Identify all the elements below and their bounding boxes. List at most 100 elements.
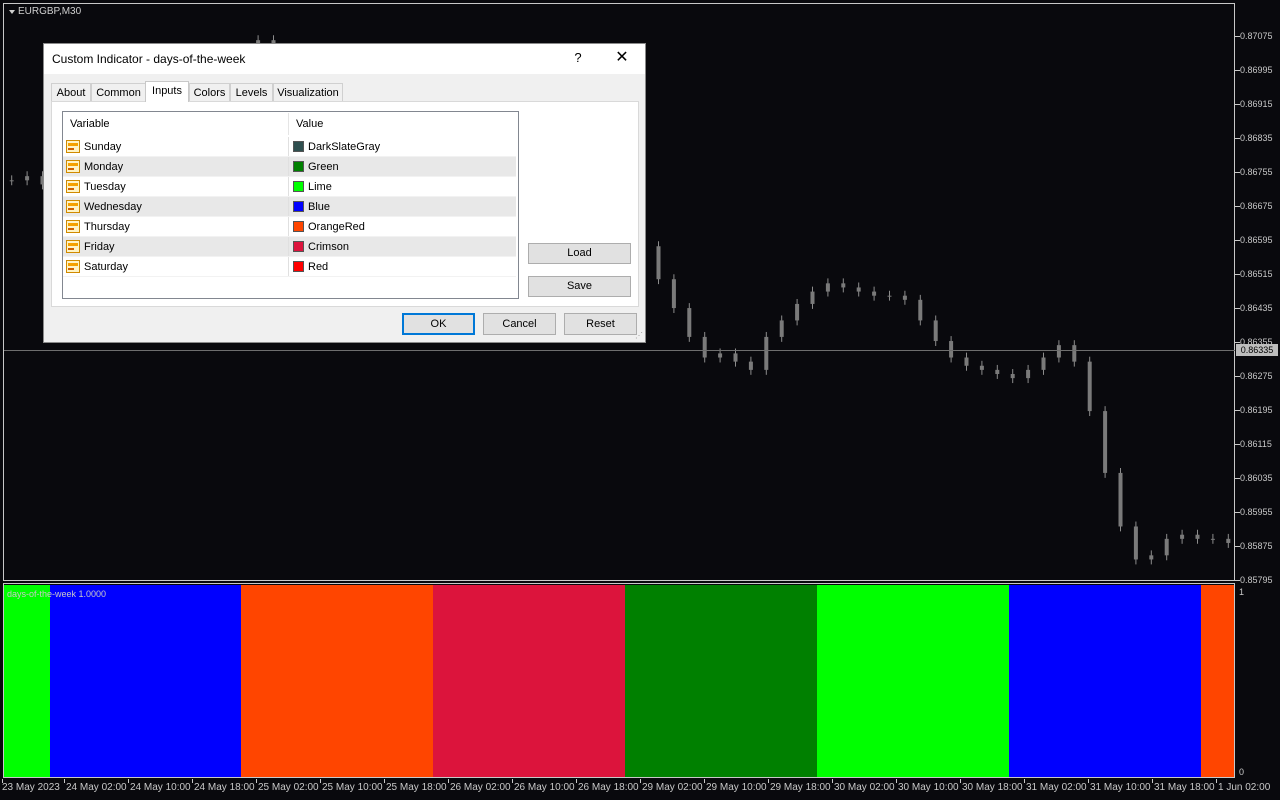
day-band-thursday [1201,585,1234,777]
candle-body [1164,538,1169,556]
input-row-thursday[interactable]: Thursday OrangeRed [63,217,516,237]
time-tick [832,779,833,783]
close-icon[interactable]: ✕ [610,49,634,67]
parameter-icon [66,220,80,233]
row-divider [63,276,516,277]
parameter-icon [66,240,80,253]
color-swatch[interactable] [293,161,304,172]
time-label: 29 May 10:00 [706,782,767,793]
candle-body [718,353,723,358]
input-row-saturday[interactable]: Saturday Red [63,257,516,277]
day-band-wednesday [1009,585,1201,777]
time-label: 25 May 02:00 [258,782,319,793]
tab-about[interactable]: About [51,83,91,101]
time-tick [192,779,193,783]
variable-value[interactable]: Green [308,160,339,174]
candle-body [748,361,753,370]
candle-body [810,291,815,304]
reset-button[interactable]: Reset [564,313,637,335]
price-label: 0.86675 [1240,201,1273,211]
candle-body [656,246,661,280]
time-axis[interactable]: 23 May 2023 24 May 02:00 24 May 10:00 24 Ma… [0,779,1280,800]
symbol-text: EURGBP,M30 [18,6,82,17]
column-header-variable[interactable]: Variable [63,112,288,137]
candle-body [1056,345,1061,358]
day-band-tuesday [4,585,50,777]
tab-levels[interactable]: Levels [230,83,273,101]
ok-button[interactable]: OK [402,313,475,335]
price-label: 0.85795 [1240,575,1273,585]
cell-divider [288,257,289,277]
time-tick [1152,779,1153,783]
price-label: 0.86595 [1240,235,1273,245]
cell-divider [288,197,289,217]
variable-value[interactable]: Blue [308,200,330,214]
input-row-tuesday[interactable]: Tuesday Lime [63,177,516,197]
time-label: 25 May 18:00 [386,782,447,793]
time-label: 26 May 18:00 [578,782,639,793]
day-band-monday [625,585,817,777]
candle-body [1072,345,1077,362]
input-row-monday[interactable]: Monday Green [63,157,516,177]
color-swatch[interactable] [293,181,304,192]
candle-body [9,180,14,182]
candle-body [25,176,30,181]
tab-visualization[interactable]: Visualization [273,83,343,101]
symbol-label: EURGBP,M30 [9,6,81,17]
candle-body [1133,526,1138,560]
load-button[interactable]: Load [528,243,631,264]
candle-body [1149,555,1154,560]
time-label: 30 May 02:00 [834,782,895,793]
candle-body [687,308,692,337]
candle-body [1118,472,1123,527]
inputs-table[interactable]: Variable Value Sunday DarkSlateGray Monday… [62,111,519,299]
price-label: 0.87075 [1240,31,1273,41]
time-tick [1088,779,1089,783]
time-tick [256,779,257,783]
candle-body [702,336,707,358]
save-button[interactable]: Save [528,276,631,297]
cell-divider [288,157,289,177]
input-row-friday[interactable]: Friday Crimson [63,237,516,257]
cell-divider [288,217,289,237]
variable-value[interactable]: Lime [308,180,332,194]
time-tick [1024,779,1025,783]
input-row-wednesday[interactable]: Wednesday Blue [63,197,516,217]
tab-inputs[interactable]: Inputs [145,81,189,102]
dialog-titlebar[interactable]: Custom Indicator - days-of-the-week ? ✕ [44,44,645,74]
time-label: 25 May 10:00 [322,782,383,793]
color-swatch[interactable] [293,241,304,252]
column-header-value[interactable]: Value [289,112,516,137]
indicator-subwindow[interactable]: days-of-the-week 1.0000 [3,583,1235,778]
time-tick [384,779,385,783]
time-tick [576,779,577,783]
candle-body [856,287,861,292]
dropdown-triangle-icon[interactable] [9,9,15,14]
color-swatch[interactable] [293,261,304,272]
input-row-sunday[interactable]: Sunday DarkSlateGray [63,137,516,157]
time-label: 30 May 10:00 [898,782,959,793]
time-label: 1 Jun 02:00 [1218,782,1271,793]
candle-body [1226,538,1231,543]
help-button[interactable]: ? [569,49,587,67]
color-swatch[interactable] [293,221,304,232]
color-swatch[interactable] [293,141,304,152]
tab-colors[interactable]: Colors [189,83,230,101]
price-axis[interactable]: 0.87075 0.86995 0.86915 0.86835 0.86755 0.866… [1235,0,1280,800]
variable-value[interactable]: Crimson [308,240,349,254]
cancel-button[interactable]: Cancel [483,313,556,335]
parameter-icon [66,260,80,273]
resize-grip-icon[interactable]: ⋰ [635,331,643,340]
time-label: 24 May 02:00 [66,782,127,793]
variable-value[interactable]: OrangeRed [308,220,365,234]
time-label: 24 May 10:00 [130,782,191,793]
tab-common[interactable]: Common [91,83,146,101]
candle-body [918,299,923,321]
cell-divider [288,237,289,257]
time-tick [64,779,65,783]
price-label: 0.86755 [1240,167,1273,177]
variable-value[interactable]: DarkSlateGray [308,140,380,154]
day-band-thursday [241,585,433,777]
color-swatch[interactable] [293,201,304,212]
variable-value[interactable]: Red [308,260,328,274]
